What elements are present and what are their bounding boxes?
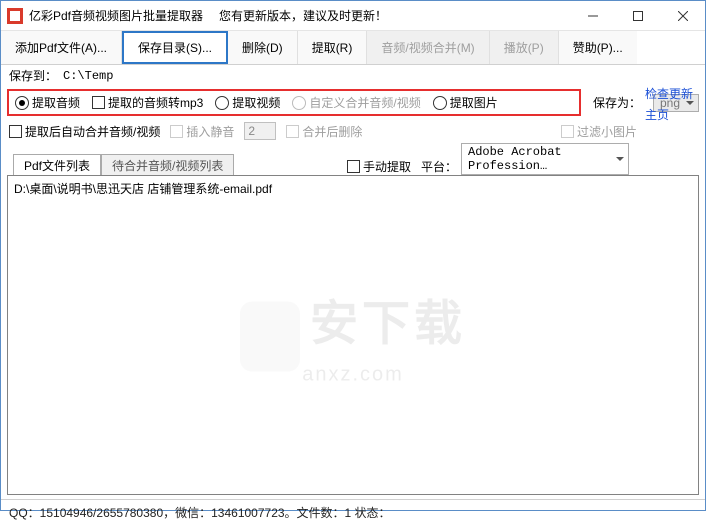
minimize-button[interactable] [570, 1, 615, 31]
check-update-link[interactable]: 检查更新 [645, 85, 693, 102]
list-item[interactable]: D:\桌面\说明书\思迅天店 店铺管理系统-email.pdf [14, 180, 692, 197]
tab-file-list[interactable]: Pdf文件列表 [13, 154, 101, 176]
maximize-button[interactable] [615, 1, 660, 31]
radio-icon [215, 96, 229, 110]
watermark: 安下载 anxz.com [240, 284, 466, 387]
extract-video-label: 提取视频 [232, 94, 280, 111]
insert-silence-checkbox: 插入静音 [170, 123, 234, 140]
save-dir-button[interactable]: 保存目录(S)... [122, 31, 228, 64]
delete-button[interactable]: 删除(D) [228, 31, 298, 64]
extract-audio-radio[interactable]: 提取音频 [15, 94, 80, 111]
checkbox-icon [170, 125, 183, 138]
platform-select[interactable]: Adobe Acrobat Profession… [461, 143, 629, 175]
extract-options-group: 提取音频 提取的音频转mp3 提取视频 自定义合并音频/视频 提取图片 [7, 89, 581, 116]
radio-icon [292, 96, 306, 110]
checkbox-icon [286, 125, 299, 138]
custom-merge-radio: 自定义合并音频/视频 [292, 94, 420, 111]
add-pdf-button[interactable]: 添加Pdf文件(A)... [1, 31, 122, 64]
silence-seconds-input: 2 [244, 122, 276, 140]
radio-icon [433, 96, 447, 110]
filter-small-image-checkbox: 过滤小图片 [561, 123, 637, 140]
play-button: 播放(P) [490, 31, 559, 64]
checkbox-icon [347, 160, 360, 173]
app-icon [7, 8, 23, 24]
donate-button[interactable]: 赞助(P)... [559, 31, 637, 64]
audio-to-mp3-label: 提取的音频转mp3 [108, 94, 203, 111]
delete-after-merge-checkbox: 合并后删除 [286, 123, 362, 140]
radio-icon [15, 96, 29, 110]
extract-image-label: 提取图片 [450, 94, 498, 111]
auto-merge-checkbox[interactable]: 提取后自动合并音频/视频 [9, 123, 160, 140]
filter-small-label: 过滤小图片 [577, 123, 637, 140]
extract-audio-label: 提取音频 [32, 94, 80, 111]
close-button[interactable] [660, 1, 705, 31]
auto-merge-label: 提取后自动合并音频/视频 [25, 123, 160, 140]
manual-extract-checkbox[interactable]: 手动提取 [347, 158, 411, 175]
save-to-label: 保存到： [9, 67, 57, 84]
save-as-label: 保存为： [593, 94, 641, 111]
custom-merge-label: 自定义合并音频/视频 [309, 94, 420, 111]
save-to-path: C:\Temp [63, 69, 113, 83]
status-bar: QQ：15104946/2655780380，微信：13461007723。文件… [1, 499, 705, 525]
manual-extract-label: 手动提取 [363, 158, 411, 175]
extract-video-radio[interactable]: 提取视频 [215, 94, 280, 111]
pdf-file-list[interactable]: D:\桌面\说明书\思迅天店 店铺管理系统-email.pdf 安下载 anxz… [7, 175, 699, 495]
tab-merge-list[interactable]: 待合并音频/视频列表 [101, 154, 234, 176]
extract-image-radio[interactable]: 提取图片 [433, 94, 498, 111]
checkbox-icon [9, 125, 22, 138]
checkbox-icon [92, 96, 105, 109]
status-text: QQ：15104946/2655780380，微信：13461007723。文件… [9, 506, 391, 520]
merge-button: 音频/视频合并(M) [367, 31, 489, 64]
checkbox-icon [561, 125, 574, 138]
delete-after-merge-label: 合并后删除 [302, 123, 362, 140]
insert-silence-label: 插入静音 [186, 123, 234, 140]
update-notice: 您有更新版本，建议及时更新！ [219, 7, 387, 24]
homepage-link[interactable]: 主页 [645, 106, 693, 123]
extract-button[interactable]: 提取(R) [298, 31, 368, 64]
platform-label: 平台： [421, 158, 457, 175]
app-title: 亿彩Pdf音频视频图片批量提取器 [29, 7, 203, 24]
audio-to-mp3-checkbox[interactable]: 提取的音频转mp3 [92, 94, 203, 111]
